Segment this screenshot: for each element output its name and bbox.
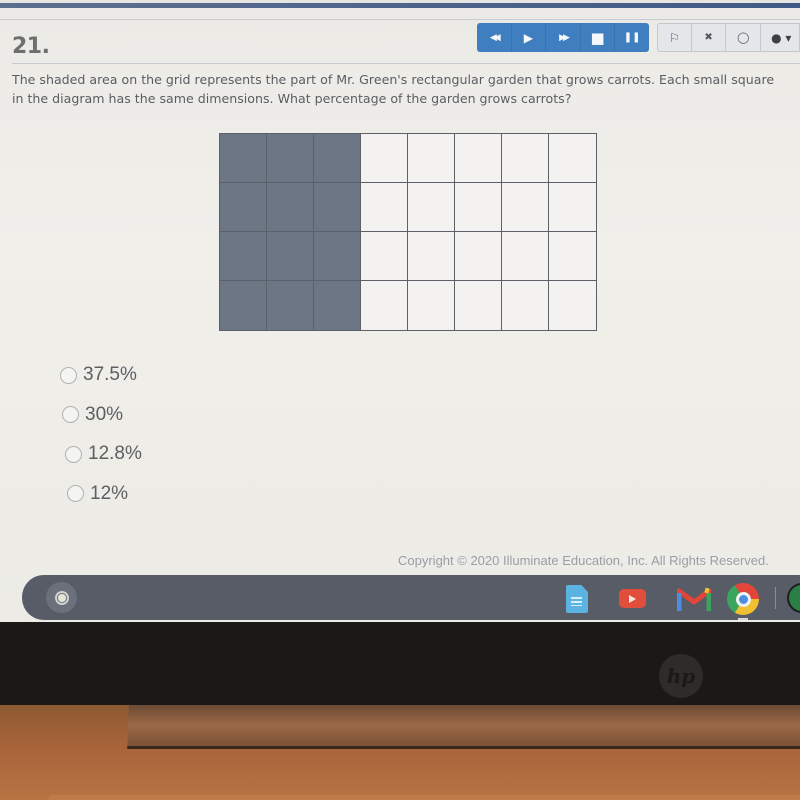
grid-cell-shaded (267, 232, 314, 281)
launcher-button[interactable] (46, 582, 77, 613)
comment-button[interactable]: ◯ (726, 23, 762, 52)
radio-button[interactable] (65, 445, 82, 463)
running-indicator (738, 618, 748, 620)
shelf-separator (775, 587, 776, 609)
question-number: 21. (12, 34, 50, 59)
choice-label: 12.8% (88, 443, 142, 464)
top-progress-bar (0, 0, 800, 8)
grid-cell-shaded (314, 134, 361, 183)
answer-choice[interactable]: 37.5% (60, 364, 142, 385)
docs-icon[interactable] (566, 585, 588, 613)
fast-forward-icon: ▶▶ (559, 32, 570, 43)
grid-cell (455, 134, 502, 183)
grid-cell (361, 232, 408, 281)
stop-button[interactable]: ■ (581, 23, 616, 52)
grid-cell-shaded (314, 183, 361, 232)
grid-cell (502, 183, 549, 232)
rewind-button[interactable]: ◀◀ (477, 23, 512, 52)
media-controls: ◀◀ ▶ ▶▶ ■ ❚❚ (477, 23, 649, 52)
chrome-center (735, 591, 751, 607)
copyright-text: Copyright © 2020 Illuminate Education, I… (398, 553, 769, 568)
hp-logo: hp (659, 654, 703, 698)
chrome-icon[interactable] (727, 583, 759, 615)
grid-cell (502, 232, 549, 281)
comment-icon: ◯ (737, 31, 750, 44)
eliminate-icon: ✖ (704, 32, 713, 43)
grid-cell (455, 183, 502, 232)
divider (12, 63, 800, 64)
divider (0, 19, 800, 20)
rewind-icon: ◀◀ (489, 32, 501, 43)
pause-icon: ❚❚ (623, 32, 641, 43)
youtube-icon[interactable] (619, 589, 646, 608)
docs-lines (571, 597, 582, 606)
gmail-icon[interactable] (677, 587, 711, 611)
choice-label: 30% (85, 403, 124, 425)
grid-cell-shaded (220, 134, 267, 183)
laptop-hinge (127, 705, 800, 749)
grid-cell (502, 134, 549, 183)
launcher-icon (54, 590, 69, 605)
progress-fill (0, 3, 800, 8)
choice-label: 12% (90, 482, 129, 504)
fast-forward-button[interactable]: ▶▶ (546, 23, 581, 52)
grid-cell-shaded (220, 183, 267, 232)
garden-grid-diagram (219, 133, 597, 331)
question-tools: ⚐ ✖ ◯ ● ▾ (657, 23, 800, 52)
grid-cell (361, 134, 408, 183)
grid-cell-shaded (220, 232, 267, 281)
radio-button[interactable] (60, 366, 77, 384)
os-shelf (22, 575, 800, 620)
stop-icon: ■ (590, 28, 605, 47)
grid-cell-shaded (314, 281, 361, 330)
play-icon: ▶ (523, 30, 533, 45)
question-text: The shaded area on the grid represents t… (12, 72, 775, 106)
grid-cell (549, 232, 596, 281)
play-button[interactable]: ▶ (512, 23, 547, 52)
flag-icon: ⚐ (668, 30, 680, 45)
grid-cell-shaded (267, 134, 314, 183)
answer-choice[interactable]: 12.8% (65, 443, 142, 464)
radio-button[interactable] (62, 406, 79, 423)
eliminate-button[interactable]: ✖ (691, 23, 727, 52)
grid-cell (408, 232, 455, 281)
grid-cell (549, 134, 596, 183)
grid-cell-shaded (220, 281, 267, 330)
grid-cell (549, 281, 596, 330)
grid-cell (502, 281, 549, 330)
flag-button[interactable]: ⚐ (657, 23, 692, 52)
grid-cell-shaded (267, 183, 314, 232)
color-picker-icon: ● ▾ (771, 30, 792, 45)
radio-button[interactable] (67, 485, 84, 502)
answer-choice[interactable]: 30% (62, 403, 142, 425)
grid-cell-shaded (267, 281, 314, 330)
grid-cell (455, 281, 502, 330)
answer-choice[interactable]: 12% (67, 482, 142, 504)
color-picker-button[interactable]: ● ▾ (761, 23, 800, 52)
grid-cell (455, 232, 502, 281)
screen: 21. ◀◀ ▶ ▶▶ ■ ❚❚ ⚐ ✖ ◯ ● ▾ The shaded ar… (0, 0, 800, 625)
choice-label: 37.5% (83, 364, 137, 385)
keyboard-edge (48, 795, 800, 800)
grid-cell-shaded (314, 232, 361, 281)
grid-cell (408, 183, 455, 232)
answer-choices: 37.5% 30% 12.8% 12% (60, 364, 142, 523)
grid-cell (549, 183, 596, 232)
grid-cell (361, 281, 408, 330)
grid-cell (361, 183, 408, 232)
grid-cell (408, 134, 455, 183)
pause-button[interactable]: ❚❚ (615, 23, 649, 52)
grid-cell (408, 281, 455, 330)
spotify-icon[interactable] (787, 583, 800, 613)
